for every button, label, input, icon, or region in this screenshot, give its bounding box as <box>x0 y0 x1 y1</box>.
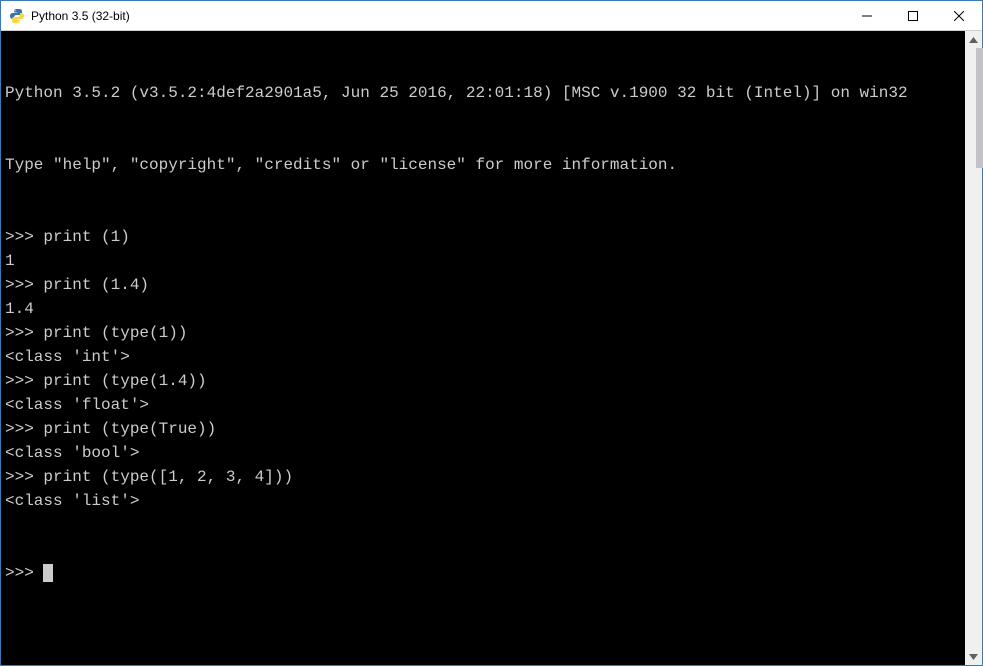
cursor <box>43 564 53 582</box>
console-input-line: >>> print (type(1)) <box>5 321 961 345</box>
vertical-scrollbar[interactable] <box>965 31 982 665</box>
maximize-button[interactable] <box>890 1 936 31</box>
console-output-line: <class 'bool'> <box>5 441 961 465</box>
console-output-line: <class 'float'> <box>5 393 961 417</box>
console-text: <class 'int'> <box>5 348 130 366</box>
console-output-line: 1 <box>5 249 961 273</box>
console-input-line: >>> print (1) <box>5 225 961 249</box>
window-title: Python 3.5 (32-bit) <box>31 9 130 23</box>
python-icon <box>9 8 25 24</box>
app-window: Python 3.5 (32-bit) Python 3.5.2 (v3.5.2… <box>0 0 983 666</box>
titlebar[interactable]: Python 3.5 (32-bit) <box>1 1 982 31</box>
scroll-down-button[interactable] <box>965 648 982 665</box>
minimize-button[interactable] <box>844 1 890 31</box>
console-text: print (type(True)) <box>43 420 216 438</box>
console-text: 1.4 <box>5 300 34 318</box>
console-text: print (type([1, 2, 3, 4])) <box>43 468 293 486</box>
console-text: print (type(1.4)) <box>43 372 206 390</box>
prompt: >>> <box>5 276 43 294</box>
console-input-line: >>> print (1.4) <box>5 273 961 297</box>
console-text: <class 'list'> <box>5 492 139 510</box>
prompt: >>> <box>5 564 43 582</box>
console-text: 1 <box>5 252 15 270</box>
console-text: <class 'float'> <box>5 396 149 414</box>
close-button[interactable] <box>936 1 982 31</box>
console-input-line: >>> print (type([1, 2, 3, 4])) <box>5 465 961 489</box>
console-input-line: >>> print (type(True)) <box>5 417 961 441</box>
scroll-thumb[interactable] <box>976 48 983 168</box>
console-header-line: Type "help", "copyright", "credits" or "… <box>5 153 961 177</box>
scroll-up-button[interactable] <box>965 31 982 48</box>
console-text: print (type(1)) <box>43 324 187 342</box>
console-text: print (1) <box>43 228 129 246</box>
prompt: >>> <box>5 324 43 342</box>
console-output-line: 1.4 <box>5 297 961 321</box>
prompt: >>> <box>5 468 43 486</box>
console-text: print (1.4) <box>43 276 149 294</box>
console-output[interactable]: Python 3.5.2 (v3.5.2:4def2a2901a5, Jun 2… <box>1 31 965 665</box>
console-prompt-line: >>> <box>5 561 961 585</box>
prompt: >>> <box>5 228 43 246</box>
console-input-line: >>> print (type(1.4)) <box>5 369 961 393</box>
console-output-line: <class 'list'> <box>5 489 961 513</box>
console-header-line: Python 3.5.2 (v3.5.2:4def2a2901a5, Jun 2… <box>5 81 961 105</box>
content-area: Python 3.5.2 (v3.5.2:4def2a2901a5, Jun 2… <box>1 31 982 665</box>
prompt: >>> <box>5 372 43 390</box>
console-text: <class 'bool'> <box>5 444 139 462</box>
console-output-line: <class 'int'> <box>5 345 961 369</box>
prompt: >>> <box>5 420 43 438</box>
